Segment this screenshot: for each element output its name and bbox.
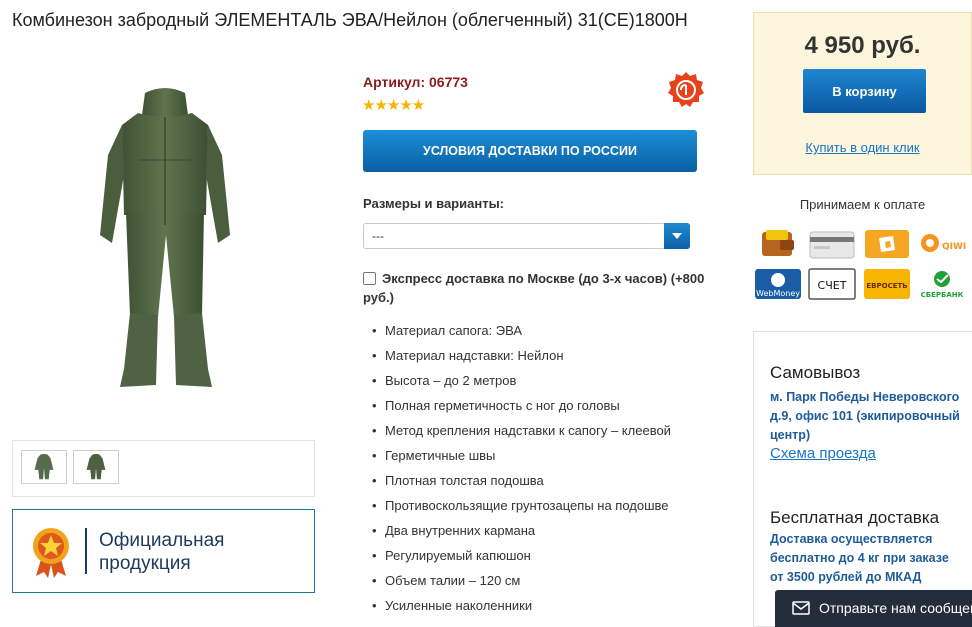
free-delivery-text: Доставка осуществляется бесплатно до 4 к… (770, 532, 949, 584)
product-sku: Артикул: 06773 (363, 74, 468, 90)
add-to-cart-button[interactable]: В корзину (803, 69, 926, 113)
feature-item: • Полная герметичность с ног до головы (372, 398, 620, 413)
bank-card-icon (808, 228, 856, 260)
feature-text: Объем талии – 120 см (385, 573, 521, 588)
feature-item: • Герметичные швы (372, 448, 496, 463)
free-delivery-title: Бесплатная доставка (770, 508, 940, 527)
certification-icon (667, 71, 705, 109)
thumbnail-back[interactable] (73, 450, 119, 484)
svg-text:WebMoney: WebMoney (756, 289, 800, 298)
feature-text: Два внутренних кармана (385, 523, 536, 538)
feature-item: • Плотная толстая подошва (372, 473, 544, 488)
envelope-icon (792, 601, 810, 615)
feature-text: Высота – до 2 метров (385, 373, 517, 388)
chat-label: Отправьте нам сообщение (819, 600, 972, 616)
feature-text: Метод крепления надставки к сапогу – кле… (385, 423, 671, 438)
webmoney-icon: WebMoney (754, 268, 802, 300)
svg-text:ЕВРОСЕТЬ: ЕВРОСЕТЬ (866, 282, 907, 290)
medal-icon (31, 526, 71, 578)
sizes-selected-value: --- (372, 229, 384, 243)
invoice-icon: СЧЕТ (808, 268, 856, 300)
pickup-address: м. Парк Победы Неверовского д.9, офис 10… (770, 390, 960, 442)
feature-text: Регулируемый капюшон (385, 548, 531, 563)
feature-item: • Регулируемый капюшон (372, 548, 531, 563)
chevron-down-icon[interactable] (664, 223, 690, 249)
feature-text: Материал сапога: ЭВА (385, 323, 523, 338)
thumbnail-strip (12, 440, 315, 497)
feature-text: Герметичные швы (385, 448, 496, 463)
official-label-line1: Официальная (99, 530, 225, 551)
sizes-label: Размеры и варианты: (363, 196, 504, 211)
feature-text: Плотная толстая подошва (385, 473, 544, 488)
euroset-icon: ЕВРОСЕТЬ (863, 268, 911, 300)
feature-text: Усиленные наколенники (385, 598, 533, 613)
feature-text: Полная герметичность с ног до головы (385, 398, 620, 413)
feature-text: Противоскользящие грунтозацепы на подошв… (385, 498, 669, 513)
wallet-icon (754, 228, 802, 260)
feature-list: • Материал сапога: ЭВА • Материал надставк… (372, 318, 671, 618)
delivery-conditions-button[interactable]: УСЛОВИЯ ДОСТАВКИ ПО РОССИИ (363, 130, 697, 172)
feature-item: • Материал надставки: Нейлон (372, 348, 564, 363)
official-product-badge: Официальная продукция (12, 509, 315, 593)
badge-divider (85, 528, 87, 574)
svg-text:QIWI: QIWI (942, 242, 966, 252)
chat-widget-button[interactable]: Отправьте нам сообщение (775, 590, 972, 627)
thumbnail-front[interactable] (21, 450, 67, 484)
price: 4 950 руб. (804, 32, 921, 59)
svg-text:СЧЕТ: СЧЕТ (818, 279, 847, 292)
yandex-money-icon (863, 228, 911, 260)
express-delivery-label: Экспресс доставка по Москве (до 3-х часо… (363, 271, 705, 305)
rating-stars[interactable]: ★★★★★ (362, 96, 425, 114)
svg-text:СБЕРБАНК: СБЕРБАНК (921, 291, 964, 299)
express-delivery-option[interactable]: Экспресс доставка по Москве (до 3-х часо… (363, 269, 713, 307)
sizes-select[interactable]: --- (363, 223, 690, 249)
pickup-title: Самовывоз (770, 363, 861, 382)
feature-item: • Объем талии – 120 см (372, 573, 521, 588)
feature-item: • Высота – до 2 метров (372, 373, 517, 388)
feature-item: • Противоскользящие грунтозацепы на подош… (372, 498, 669, 513)
feature-item: • Усиленные наколенники (372, 598, 533, 613)
buy-one-click-link[interactable]: Купить в один клик (754, 140, 971, 155)
price-box: 4 950 руб. В корзину Купить в один клик (753, 12, 972, 175)
qiwi-icon: QIWI (918, 228, 966, 260)
official-label: Официальная продукция (99, 529, 224, 575)
product-main-image[interactable] (90, 85, 240, 395)
feature-item: • Метод крепления надставки к сапогу – кл… (372, 423, 671, 438)
feature-item: • Материал сапога: ЭВА (372, 323, 523, 338)
feature-item: • Два внутренних кармана (372, 523, 536, 538)
express-delivery-checkbox[interactable] (363, 272, 376, 285)
feature-text: Материал надставки: Нейлон (385, 348, 564, 363)
sberbank-icon: СБЕРБАНК (918, 268, 966, 300)
map-link[interactable]: Схема проезда (770, 445, 876, 462)
product-title: Комбинезон забродный ЭЛЕМЕНТАЛЬ ЭВА/Нейл… (12, 10, 688, 30)
payment-title: Принимаем к оплате (799, 197, 926, 212)
official-label-line2: продукция (99, 553, 191, 574)
